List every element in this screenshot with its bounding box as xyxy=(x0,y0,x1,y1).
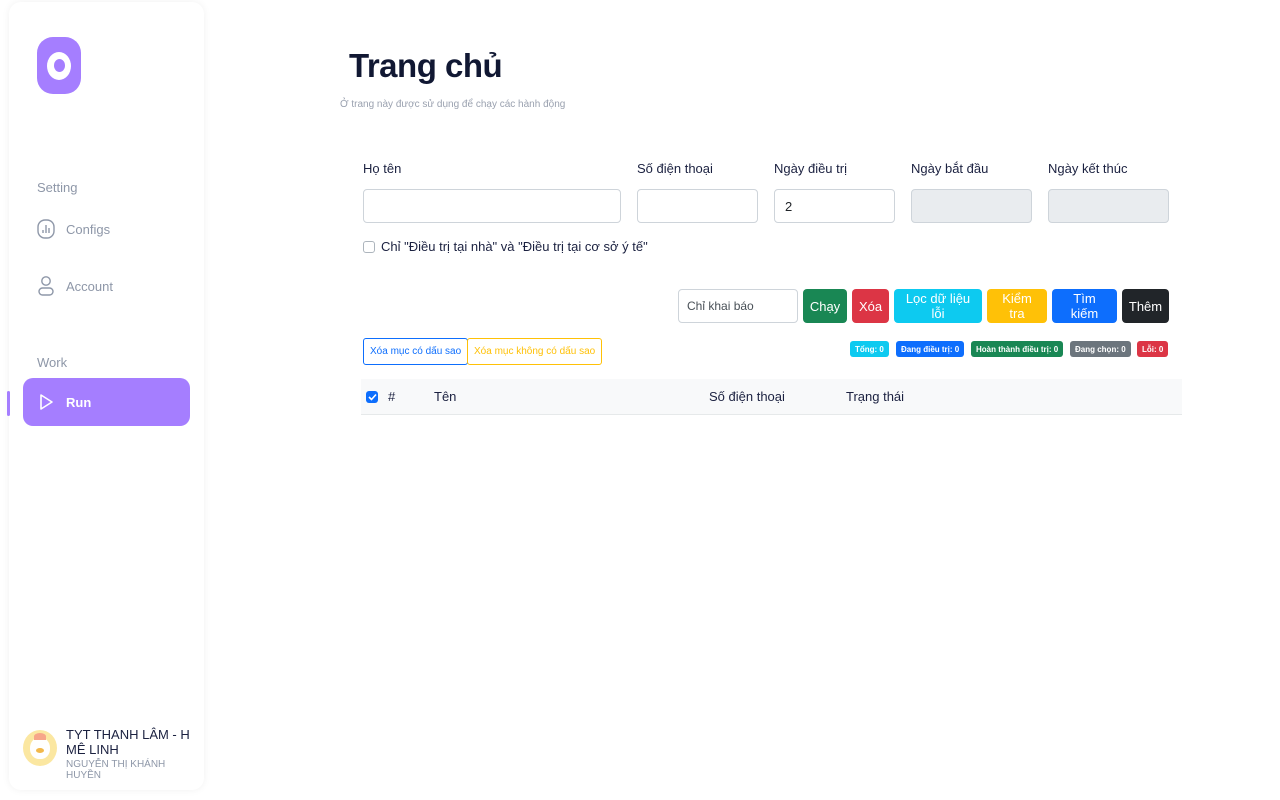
ngay-ket-thuc-input xyxy=(1048,189,1169,223)
user-subtitle: NGUYỄN THỊ KHÁNH HUYỀN xyxy=(66,759,166,781)
run-button[interactable]: Chạy xyxy=(803,289,847,323)
declare-filter-input[interactable] xyxy=(678,289,798,323)
label-ho-ten: Họ tên xyxy=(363,161,402,176)
user-profile[interactable]: TYT THANH LÂM - H MÊ LINH NGUYỄN THỊ KHÁ… xyxy=(23,727,198,781)
badge-in-treatment: Đang điều trị: 0 xyxy=(896,341,965,357)
label-ngay-dieu-tri: Ngày điều trị xyxy=(774,161,847,176)
check-button[interactable]: Kiểm tra xyxy=(987,289,1047,323)
section-label-work: Work xyxy=(37,355,68,370)
column-header-status: Trạng thái xyxy=(846,389,905,404)
delete-button[interactable]: Xóa xyxy=(852,289,889,323)
page-title: Trang chủ xyxy=(349,47,503,84)
user-icon xyxy=(37,276,55,296)
section-label-setting: Setting xyxy=(37,180,78,195)
badge-completed: Hoàn thành điều trị: 0 xyxy=(971,341,1064,357)
select-all-checkbox[interactable] xyxy=(366,391,378,403)
add-button[interactable]: Thêm xyxy=(1122,289,1169,323)
page-subtitle: Ở trang này được sử dụng để chạy các hàn… xyxy=(340,99,566,110)
column-header-index: # xyxy=(388,389,396,404)
home-treatment-checkbox[interactable] xyxy=(363,240,375,253)
user-name: TYT THANH LÂM - H MÊ LINH xyxy=(66,727,190,757)
sidebar-item-configs[interactable]: Configs xyxy=(23,205,190,253)
sidebar-item-run[interactable]: Run xyxy=(23,378,190,426)
table-header: # Tên Số điện thoại Trạng thái xyxy=(361,379,1182,415)
app-logo[interactable] xyxy=(37,37,81,94)
label-ngay-bat-dau: Ngày bắt đầu xyxy=(911,161,989,176)
sidebar-item-label: Run xyxy=(66,394,92,410)
home-treatment-filter[interactable]: Chỉ "Điều trị tại nhà" và "Điều trị tại … xyxy=(363,239,648,254)
delete-unstarred-button[interactable]: Xóa mục không có dấu sao xyxy=(467,338,603,365)
home-treatment-label: Chỉ "Điều trị tại nhà" và "Điều trị tại … xyxy=(381,239,648,254)
column-header-name: Tên xyxy=(434,389,457,404)
badge-selected: Đang chọn: 0 xyxy=(1070,341,1131,357)
logo-ring xyxy=(47,51,71,80)
sidebar-item-label: Account xyxy=(66,278,113,294)
ngay-bat-dau-input xyxy=(911,189,1032,223)
logo-dot xyxy=(53,59,65,72)
column-header-phone: Số điện thoại xyxy=(709,389,785,404)
sidebar-item-label: Configs xyxy=(66,221,111,237)
search-button[interactable]: Tìm kiếm xyxy=(1052,289,1117,323)
label-ngay-ket-thuc: Ngày kết thúc xyxy=(1048,161,1128,176)
avatar xyxy=(23,730,57,766)
play-icon xyxy=(37,392,55,412)
label-so-dien-thoai: Số điện thoại xyxy=(637,161,713,176)
so-dien-thoai-input[interactable] xyxy=(637,189,758,223)
sidebar-item-account[interactable]: Account xyxy=(23,262,190,310)
delete-starred-button[interactable]: Xóa mục có dấu sao xyxy=(363,338,469,365)
duck-avatar-icon xyxy=(30,737,50,759)
sidebar: Setting Configs Account Work Run TYT THA… xyxy=(7,2,204,790)
active-indicator xyxy=(7,391,10,416)
ho-ten-input[interactable] xyxy=(363,189,621,223)
filter-errors-button[interactable]: Lọc dữ liệu lỗi xyxy=(894,289,982,323)
chart-icon xyxy=(37,219,55,239)
badge-errors: Lỗi: 0 xyxy=(1137,341,1169,357)
ngay-dieu-tri-input[interactable] xyxy=(774,189,895,223)
badge-total: Tổng: 0 xyxy=(850,341,889,357)
